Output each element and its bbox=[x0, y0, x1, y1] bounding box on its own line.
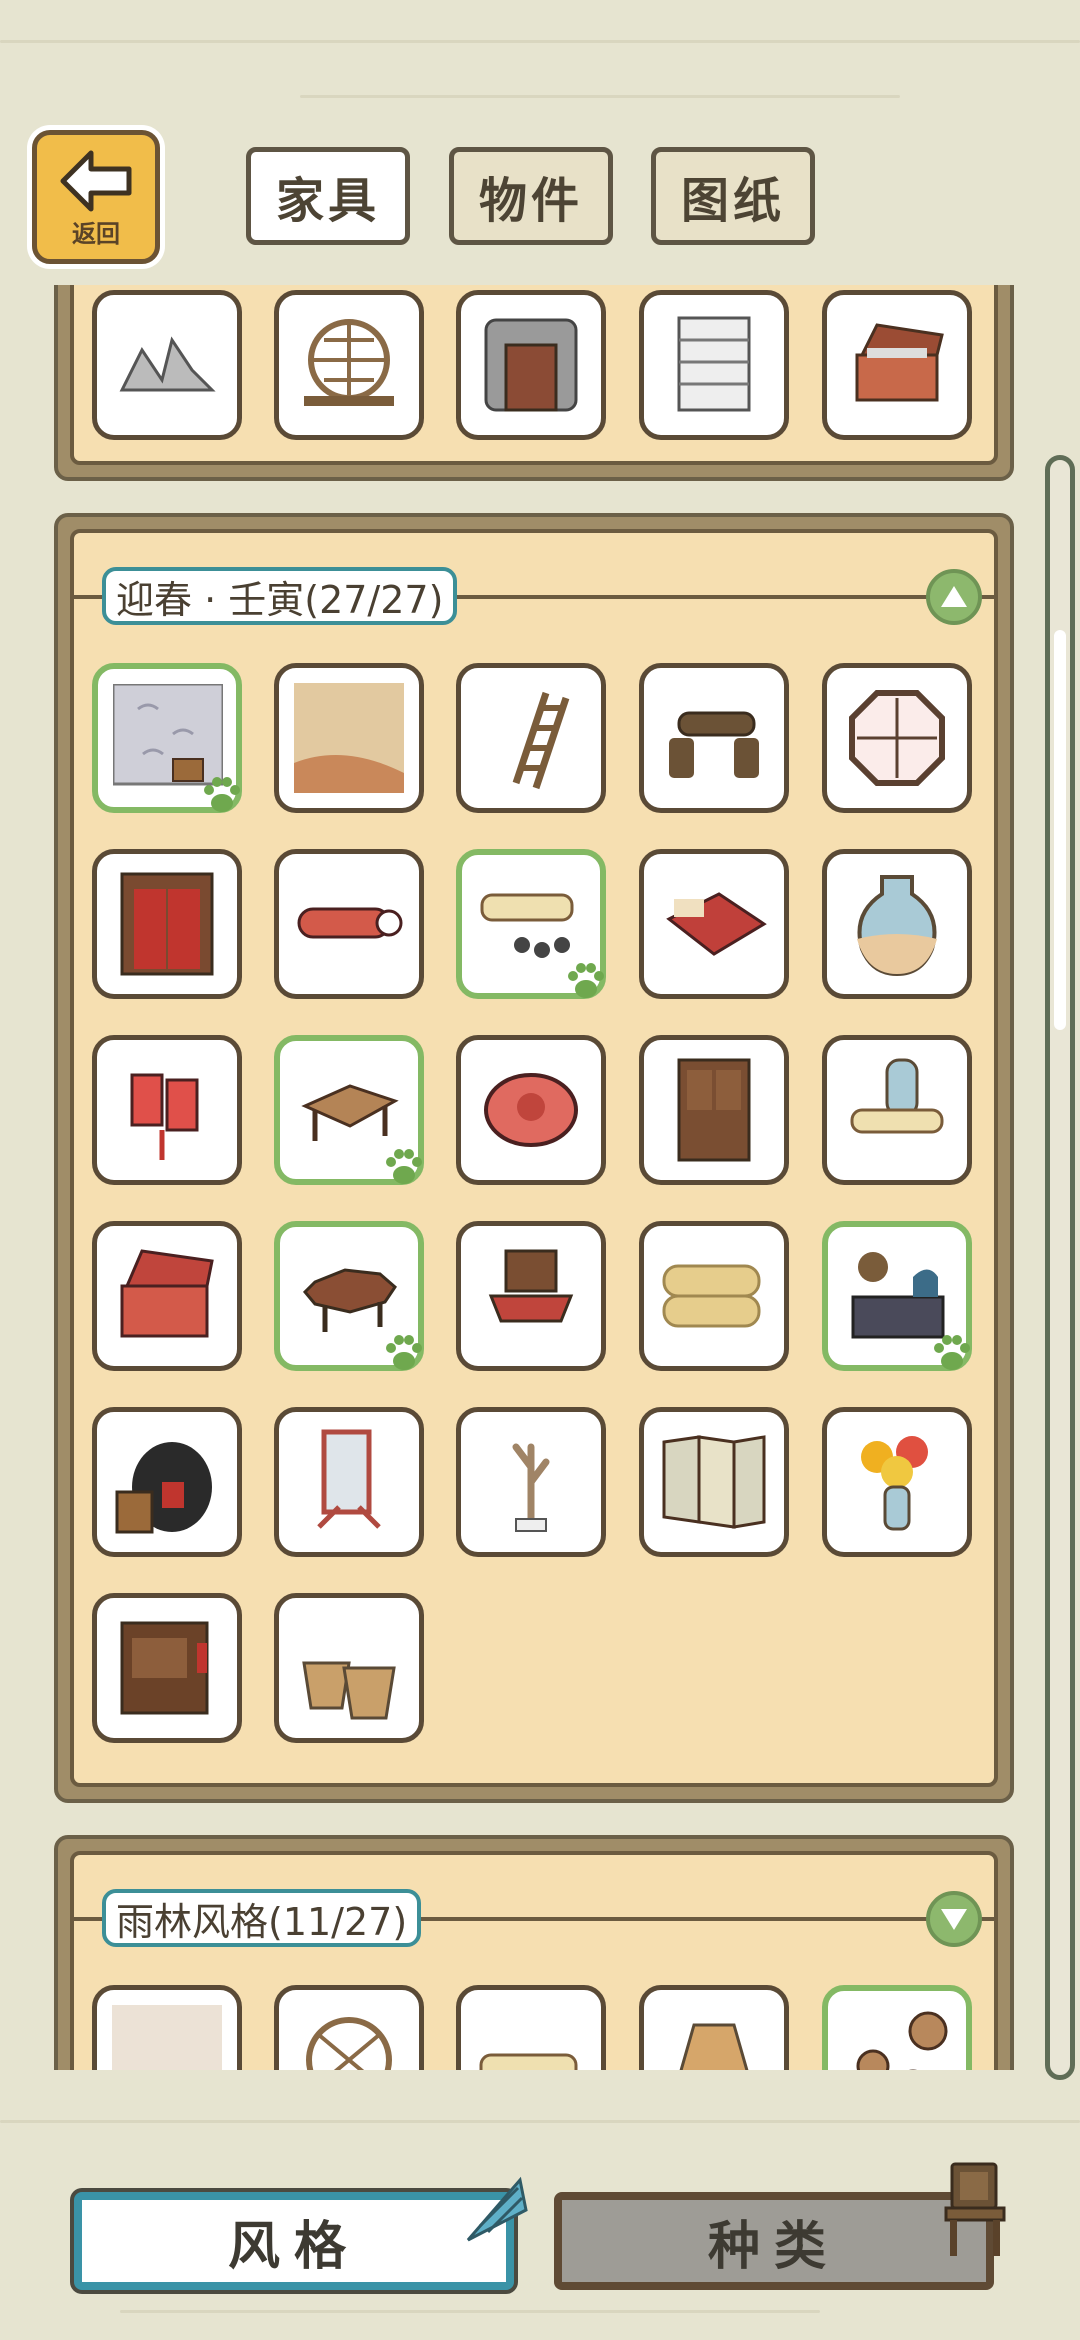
furniture-item[interactable] bbox=[274, 663, 424, 813]
stones-icon bbox=[856, 2011, 948, 2070]
furniture-item[interactable] bbox=[92, 1985, 242, 2070]
furniture-item[interactable] bbox=[639, 1407, 789, 1557]
baskets-icon bbox=[302, 1661, 396, 1720]
furniture-item[interactable] bbox=[274, 1035, 424, 1185]
furniture-item[interactable] bbox=[92, 1221, 242, 1371]
round-window-icon bbox=[306, 2017, 392, 2070]
furniture-item[interactable] bbox=[639, 1035, 789, 1185]
furniture-item[interactable] bbox=[822, 1985, 972, 2070]
furniture-item[interactable] bbox=[274, 1221, 424, 1371]
folding-screen-icon bbox=[662, 1435, 766, 1529]
section-title: 雨林风格(11/27) bbox=[102, 1889, 422, 1947]
lamp-shade-icon bbox=[679, 2023, 749, 2070]
red-door-icon bbox=[120, 872, 214, 976]
triangle-down-icon bbox=[941, 1909, 967, 1930]
furniture-item[interactable] bbox=[822, 849, 972, 999]
scroll-icon bbox=[479, 2053, 578, 2070]
furniture-item[interactable] bbox=[822, 1407, 972, 1557]
log-bench-icon bbox=[669, 711, 759, 778]
paw-icon bbox=[386, 1335, 422, 1370]
ladder-icon bbox=[512, 691, 570, 790]
furniture-item[interactable] bbox=[456, 290, 606, 440]
paw-icon bbox=[934, 1335, 970, 1370]
chair-icon bbox=[944, 2162, 1006, 2256]
furniture-item[interactable] bbox=[822, 290, 972, 440]
wood-cabinet-icon bbox=[677, 1058, 751, 1162]
shelf-stand-icon bbox=[677, 316, 751, 412]
style-button[interactable]: 风格 bbox=[74, 2192, 514, 2290]
red-cushion-icon bbox=[484, 1073, 578, 1147]
furniture-item[interactable] bbox=[822, 663, 972, 813]
expand-toggle[interactable] bbox=[926, 1891, 982, 1947]
small-cabinet-icon bbox=[120, 1621, 209, 1715]
furniture-item[interactable] bbox=[456, 1985, 606, 2070]
furniture-item[interactable] bbox=[639, 1221, 789, 1371]
furniture-item[interactable] bbox=[822, 1035, 972, 1185]
rocks-icon bbox=[119, 336, 216, 392]
paper-panel-icon bbox=[112, 2005, 222, 2070]
furniture-item[interactable] bbox=[822, 1221, 972, 1371]
back-button[interactable]: 返回 bbox=[32, 130, 160, 264]
furniture-item[interactable] bbox=[274, 290, 424, 440]
furniture-item[interactable] bbox=[456, 849, 606, 999]
furniture-item[interactable] bbox=[92, 849, 242, 999]
paw-icon bbox=[386, 1149, 422, 1184]
furniture-item[interactable] bbox=[456, 663, 606, 813]
furniture-item[interactable] bbox=[274, 1593, 424, 1743]
scrollbar[interactable] bbox=[1045, 455, 1075, 2080]
mirror-stand-icon bbox=[317, 1429, 381, 1529]
tab-objects[interactable]: 物件 bbox=[449, 147, 613, 245]
wine-jar-icon bbox=[115, 1442, 212, 1534]
collapse-toggle[interactable] bbox=[926, 569, 982, 625]
branch-stand-icon bbox=[512, 1443, 550, 1532]
red-scrolls-icon bbox=[297, 907, 403, 939]
section-title: 迎春 · 壬寅(27/27) bbox=[102, 567, 458, 625]
furniture-item[interactable] bbox=[456, 1407, 606, 1557]
straw-mats-icon bbox=[662, 1264, 761, 1328]
vase-icon bbox=[857, 875, 937, 977]
shell-icon bbox=[466, 2176, 528, 2242]
furniture-item[interactable] bbox=[92, 1035, 242, 1185]
furniture-item[interactable] bbox=[639, 663, 789, 813]
octagon-window-icon bbox=[849, 690, 945, 786]
furniture-list[interactable]: 迎春 · 壬寅(27/27) 雨林风格(11/27) bbox=[40, 285, 1020, 2070]
furniture-item[interactable] bbox=[274, 849, 424, 999]
furniture-item[interactable] bbox=[639, 290, 789, 440]
furniture-item[interactable] bbox=[92, 290, 242, 440]
furniture-item[interactable] bbox=[639, 849, 789, 999]
triangle-up-icon bbox=[941, 586, 967, 607]
paw-icon bbox=[204, 777, 240, 812]
tab-blueprints[interactable]: 图纸 bbox=[651, 147, 815, 245]
furniture-item[interactable] bbox=[92, 663, 242, 813]
paw-icon bbox=[568, 963, 604, 998]
furniture-item[interactable] bbox=[92, 1593, 242, 1743]
furniture-item[interactable] bbox=[274, 1407, 424, 1557]
open-chest-icon bbox=[855, 323, 944, 402]
red-bed-icon bbox=[666, 892, 767, 956]
floor-mat-icon bbox=[294, 683, 404, 793]
category-button[interactable]: 种类 bbox=[554, 2192, 994, 2290]
furniture-item[interactable] bbox=[456, 1221, 606, 1371]
round-lattice-window-icon bbox=[304, 319, 394, 406]
tab-furniture[interactable]: 家具 bbox=[246, 147, 410, 245]
furniture-item[interactable] bbox=[639, 1985, 789, 2070]
red-charm-icon bbox=[130, 1073, 199, 1160]
paper-scrolls-icon bbox=[850, 1058, 944, 1134]
flower-vase-icon bbox=[861, 1436, 928, 1531]
scrollbar-thumb[interactable] bbox=[1054, 630, 1066, 1030]
furniture-item[interactable] bbox=[274, 1985, 424, 2070]
furniture-item[interactable] bbox=[92, 1407, 242, 1557]
back-label: 返回 bbox=[72, 220, 120, 248]
red-chair-icon bbox=[488, 1249, 574, 1323]
red-chest-icon bbox=[120, 1249, 214, 1338]
arrow-left-icon bbox=[60, 150, 132, 212]
stone-gate-icon bbox=[484, 318, 578, 412]
furniture-item[interactable] bbox=[456, 1035, 606, 1185]
